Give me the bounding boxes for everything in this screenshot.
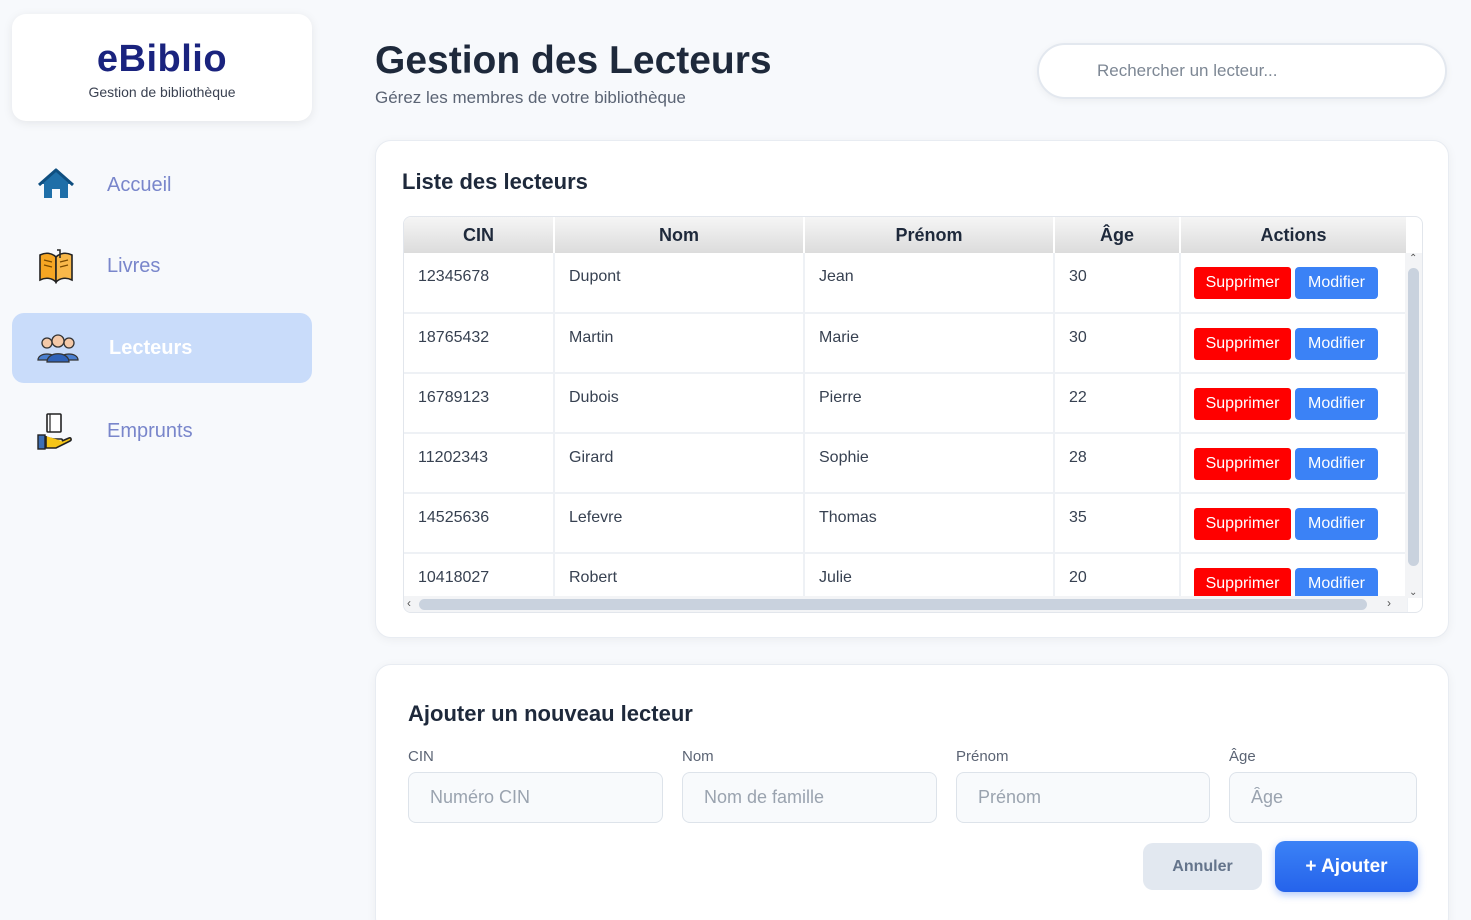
column-header-nom[interactable]: Nom: [554, 217, 805, 253]
edit-button[interactable]: Modifier: [1295, 508, 1378, 540]
prenom-field[interactable]: [956, 772, 1210, 823]
cell-age: 28: [1054, 433, 1181, 494]
nom-field[interactable]: [682, 772, 937, 823]
cell-nom: Martin: [554, 313, 805, 374]
edit-button[interactable]: Modifier: [1295, 448, 1378, 480]
add-reader-card: Ajouter un nouveau lecteur CIN Nom Préno…: [375, 664, 1449, 920]
add-reader-button[interactable]: + Ajouter: [1275, 841, 1418, 892]
cell-cin: 18765432: [404, 313, 555, 374]
sidebar-item-label: Emprunts: [107, 419, 193, 442]
horizontal-scrollbar-thumb[interactable]: [419, 599, 1367, 610]
sidebar-item-label: Lecteurs: [109, 336, 193, 359]
book-loan-hand-icon: [36, 411, 76, 451]
horizontal-scrollbar[interactable]: ‹ ›: [404, 596, 1407, 612]
cell-actions: Supprimer Modifier: [1180, 373, 1408, 434]
delete-button[interactable]: Supprimer: [1194, 328, 1291, 360]
delete-button[interactable]: Supprimer: [1194, 508, 1291, 540]
readers-table: CIN Nom Prénom Âge Actions 12345678 Dupo…: [404, 217, 1408, 612]
column-header-cin[interactable]: CIN: [404, 217, 555, 253]
edit-button[interactable]: Modifier: [1295, 267, 1378, 299]
age-field[interactable]: [1229, 772, 1417, 823]
readers-list-card: Liste des lecteurs CIN Nom Prénom Âge Ac…: [375, 140, 1449, 638]
cell-prenom: Sophie: [804, 433, 1055, 494]
table-row: 12345678 Dupont Jean 30 Supprimer Modifie…: [404, 253, 1408, 314]
form-title: Ajouter un nouveau lecteur: [408, 701, 693, 726]
delete-button[interactable]: Supprimer: [1194, 267, 1291, 299]
edit-button[interactable]: Modifier: [1295, 328, 1378, 360]
sidebar-item-label: Livres: [107, 254, 161, 277]
table-header-row: CIN Nom Prénom Âge Actions: [404, 217, 1408, 253]
vertical-scrollbar[interactable]: ⌃ ⌄: [1405, 253, 1422, 598]
delete-button[interactable]: Supprimer: [1194, 388, 1291, 420]
sidebar-item-lecteurs[interactable]: Lecteurs: [12, 313, 312, 383]
search-input[interactable]: [1037, 43, 1447, 99]
column-header-actions: Actions: [1180, 217, 1408, 253]
readers-group-icon: [36, 328, 79, 368]
cell-actions: Supprimer Modifier: [1180, 313, 1408, 374]
cell-cin: 16789123: [404, 373, 555, 434]
home-icon: [36, 165, 76, 205]
brand-title: eBiblio: [96, 38, 228, 80]
sidebar-item-livres[interactable]: Livres: [12, 231, 312, 301]
brand-subtitle: Gestion de bibliothèque: [88, 84, 236, 100]
cell-nom: Lefevre: [554, 493, 805, 554]
readers-table-container[interactable]: CIN Nom Prénom Âge Actions 12345678 Dupo…: [403, 216, 1423, 613]
column-header-age[interactable]: Âge: [1054, 217, 1181, 253]
age-label: Âge: [1229, 748, 1256, 765]
cell-cin: 12345678: [404, 253, 555, 314]
list-title: Liste des lecteurs: [402, 169, 588, 194]
scroll-right-icon[interactable]: ›: [1387, 596, 1391, 610]
prenom-label: Prénom: [956, 748, 1009, 765]
scroll-up-icon[interactable]: ⌃: [1409, 253, 1417, 264]
cin-field[interactable]: [408, 772, 663, 823]
scroll-left-icon[interactable]: ‹: [407, 596, 411, 610]
table-row: 14525636 Lefevre Thomas 35 Supprimer Modi…: [404, 493, 1408, 554]
cin-label: CIN: [408, 748, 434, 765]
cell-prenom: Jean: [804, 253, 1055, 314]
edit-button[interactable]: Modifier: [1295, 388, 1378, 420]
delete-button[interactable]: Supprimer: [1194, 448, 1291, 480]
sidebar-item-label: Accueil: [107, 173, 172, 196]
cell-age: 30: [1054, 313, 1181, 374]
cell-age: 22: [1054, 373, 1181, 434]
table-row: 16789123 Dubois Pierre 22 Supprimer Modif…: [404, 373, 1408, 434]
cell-nom: Girard: [554, 433, 805, 494]
page-title: Gestion des Lecteurs: [375, 39, 772, 82]
vertical-scrollbar-thumb[interactable]: [1408, 268, 1419, 566]
cell-actions: Supprimer Modifier: [1180, 433, 1408, 494]
cell-actions: Supprimer Modifier: [1180, 493, 1408, 554]
cell-nom: Dupont: [554, 253, 805, 314]
table-row: 18765432 Martin Marie 30 Supprimer Modifi…: [404, 313, 1408, 374]
cell-age: 35: [1054, 493, 1181, 554]
brand-card: eBiblio Gestion de bibliothèque: [12, 14, 312, 121]
cell-age: 30: [1054, 253, 1181, 314]
cell-nom: Dubois: [554, 373, 805, 434]
cancel-button[interactable]: Annuler: [1143, 843, 1262, 890]
nom-label: Nom: [682, 748, 714, 765]
cell-prenom: Thomas: [804, 493, 1055, 554]
cell-prenom: Pierre: [804, 373, 1055, 434]
cell-prenom: Marie: [804, 313, 1055, 374]
book-icon: [36, 246, 76, 286]
cell-cin: 11202343: [404, 433, 555, 494]
cell-actions: Supprimer Modifier: [1180, 253, 1408, 314]
column-header-prenom[interactable]: Prénom: [804, 217, 1055, 253]
sidebar-item-emprunts[interactable]: Emprunts: [12, 396, 312, 466]
cell-cin: 14525636: [404, 493, 555, 554]
page-subtitle: Gérez les membres de votre bibliothèque: [375, 88, 686, 107]
sidebar-item-accueil[interactable]: Accueil: [12, 150, 312, 220]
scroll-down-icon[interactable]: ⌄: [1409, 587, 1417, 598]
table-row: 11202343 Girard Sophie 28 Supprimer Modif…: [404, 433, 1408, 494]
